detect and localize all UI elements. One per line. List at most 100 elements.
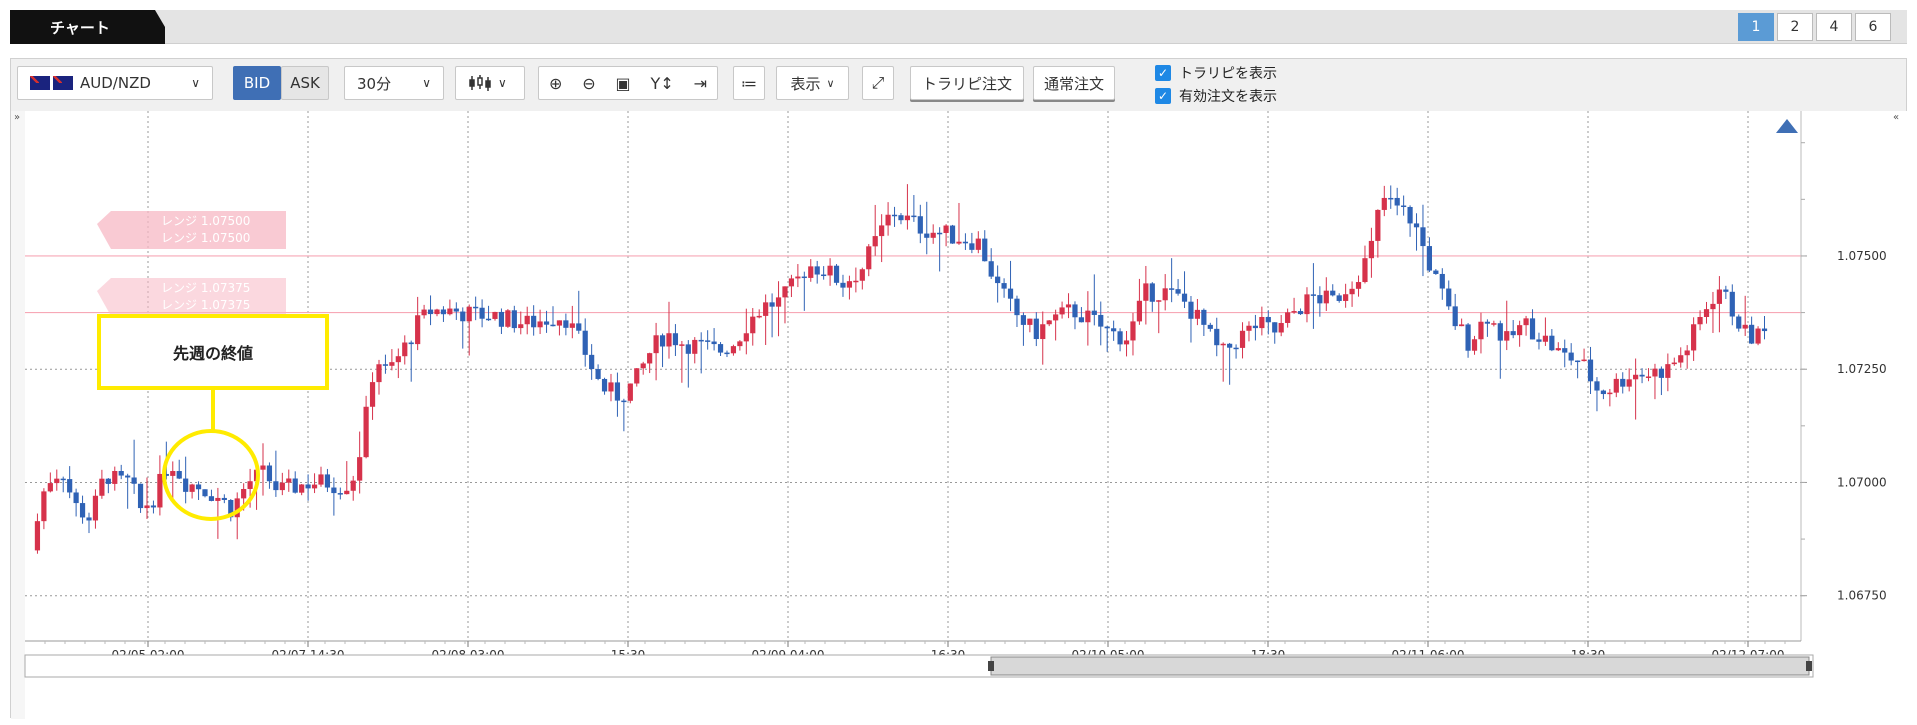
candle-down <box>125 475 131 478</box>
chart-area[interactable]: » « 1.075001.072501.070001.06750 02/05 0… <box>11 111 1908 719</box>
candle-down <box>801 276 807 279</box>
candle-down <box>305 484 311 489</box>
tab-bar: チャート 1 2 4 6 <box>10 10 1907 44</box>
candle-up <box>1143 283 1149 301</box>
candle-down <box>150 505 157 508</box>
candle-up <box>241 488 247 499</box>
trap-order-button[interactable]: トラリピ注文 <box>910 66 1024 100</box>
candle-down <box>1297 311 1304 315</box>
candle-down <box>1749 324 1755 344</box>
candle-down <box>1020 315 1027 325</box>
candle-up <box>369 382 376 407</box>
zoom-in-icon[interactable]: ⊕ <box>549 74 562 93</box>
layout-button-6[interactable]: 6 <box>1855 13 1891 41</box>
layout-button-2[interactable]: 2 <box>1777 13 1813 41</box>
candle-down <box>1426 246 1433 271</box>
tab-chart[interactable]: チャート <box>10 10 165 44</box>
candle-down <box>711 341 717 345</box>
candle-up <box>112 471 118 484</box>
candle-up <box>1542 335 1549 342</box>
candle-up <box>1633 374 1639 380</box>
scrollbar-right-handle[interactable] <box>1806 661 1812 671</box>
candle-down <box>1252 325 1259 329</box>
candle-up <box>402 342 408 357</box>
collapse-right-icon[interactable]: « <box>1893 112 1899 123</box>
candlestick-chart[interactable]: » « 1.075001.072501.070001.06750 02/05 0… <box>11 111 1908 719</box>
candle-down <box>543 321 550 325</box>
candle-down <box>1188 301 1194 319</box>
normal-order-button[interactable]: 通常注文 <box>1033 66 1115 100</box>
collapse-left-icon[interactable]: » <box>14 112 20 123</box>
candle-down <box>1078 317 1085 323</box>
candle-up <box>1349 288 1355 295</box>
candle-up <box>389 362 395 366</box>
candle-down <box>453 308 459 312</box>
bid-button[interactable]: BID <box>233 66 281 100</box>
chevron-down-icon: ∨ <box>422 76 431 90</box>
candle-up <box>872 236 878 247</box>
pair-select[interactable]: AUD/NZD ∨ <box>17 66 213 100</box>
candle-up <box>743 333 749 342</box>
zoom-out-icon[interactable]: ⊖ <box>582 74 595 93</box>
display-menu[interactable]: 表示 ∨ <box>776 66 849 100</box>
candle-down <box>1452 306 1458 327</box>
layout-button-4[interactable]: 4 <box>1816 13 1852 41</box>
candle-down <box>1413 223 1420 228</box>
candle-up <box>1136 300 1143 322</box>
candle-down <box>698 339 704 342</box>
candle-down <box>614 382 621 401</box>
ask-button[interactable]: ASK <box>281 66 329 100</box>
candle-up <box>679 344 685 346</box>
candle-down <box>621 400 627 403</box>
candle-down <box>324 474 331 488</box>
candle-down <box>1111 328 1117 332</box>
candle-up <box>1239 330 1246 348</box>
scrollbar-left-handle[interactable] <box>988 661 994 671</box>
candle-down <box>331 487 337 494</box>
candle-down <box>1594 381 1600 391</box>
candle-down <box>1317 295 1323 304</box>
pair-label: AUD/NZD <box>80 74 151 92</box>
candle-up <box>647 353 653 364</box>
range-label-107375: レンジ 1.07375 レンジ 1.07375 <box>97 278 286 316</box>
candle-down <box>1227 343 1233 348</box>
candle-down <box>382 364 389 366</box>
range-label-text: レンジ 1.07375 <box>161 298 250 312</box>
candle-up <box>1123 340 1130 345</box>
fit-icon[interactable]: ▣ <box>616 74 631 93</box>
candle-up <box>189 484 195 492</box>
candle-up <box>904 215 911 221</box>
indicator-add-icon[interactable]: ≔ <box>733 66 765 100</box>
scroll-to-latest-icon[interactable]: ⇥ <box>694 74 707 93</box>
candle-up <box>524 315 530 325</box>
candle-down <box>266 465 273 482</box>
candle-down <box>840 282 846 288</box>
candle-down <box>563 320 569 328</box>
y-lock-icon[interactable]: Y↕ <box>651 74 674 93</box>
expand-icon[interactable]: ⤢ <box>862 66 894 100</box>
candle-up <box>247 481 253 489</box>
show-orders-checkbox[interactable]: ✓ 有効注文を表示 <box>1155 86 1277 106</box>
layout-button-1[interactable]: 1 <box>1738 13 1774 41</box>
scrollbar-thumb[interactable] <box>990 656 1810 676</box>
candle-down <box>1169 288 1175 290</box>
candle-down <box>195 484 202 490</box>
candle-down <box>917 216 923 234</box>
range-scrollbar[interactable] <box>24 654 1814 678</box>
candle-down <box>1529 318 1536 340</box>
annotation-text: 先週の終値 <box>173 344 253 363</box>
candle-down <box>427 309 434 315</box>
candle-up <box>41 491 47 522</box>
candle-up <box>866 246 872 270</box>
interval-select[interactable]: 30分 ∨ <box>344 66 444 100</box>
candle-up <box>795 276 801 279</box>
show-trap-checkbox[interactable]: ✓ トラリピを表示 <box>1155 63 1277 83</box>
chart-type-select[interactable]: ∨ <box>455 66 525 100</box>
candle-up <box>1645 376 1652 378</box>
candle-down <box>1033 318 1039 340</box>
candle-up <box>344 490 350 495</box>
candle-down <box>1439 273 1445 289</box>
candle-down <box>1761 328 1768 332</box>
chevron-down-icon: ∨ <box>191 76 200 90</box>
candle-up <box>1065 304 1072 308</box>
